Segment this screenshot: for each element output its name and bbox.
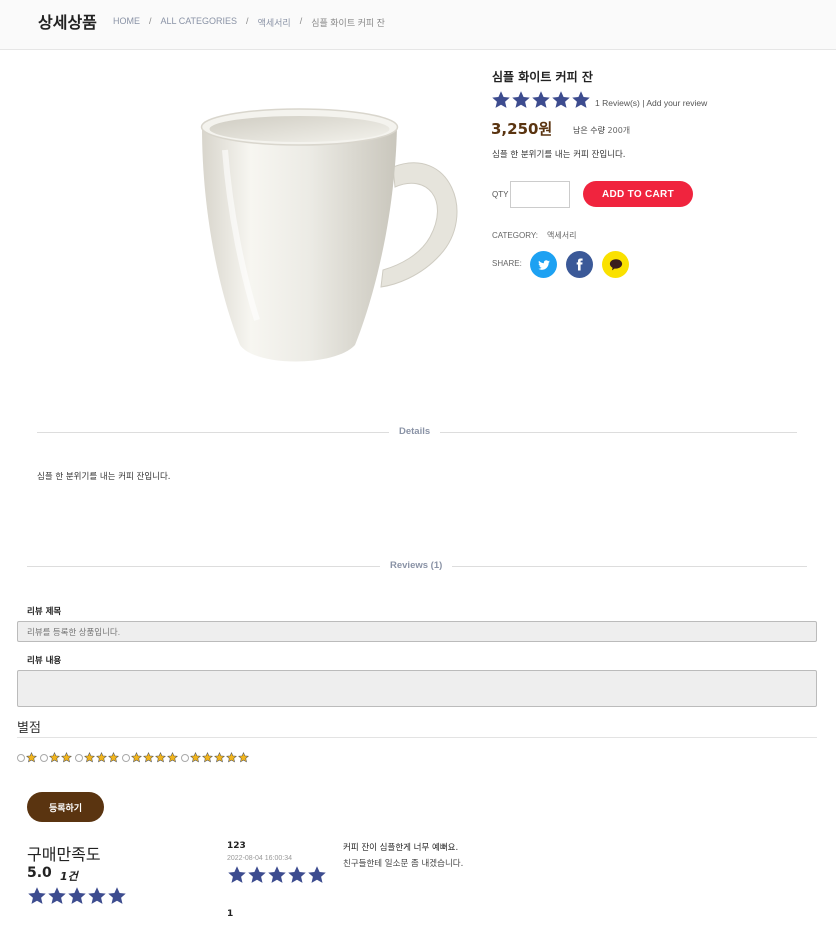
star-icon	[26, 752, 37, 763]
star-icon	[167, 752, 178, 763]
star-icon	[96, 752, 107, 763]
satisfaction-title: 구매만족도	[27, 845, 101, 864]
star-icon	[202, 752, 213, 763]
rating-options	[17, 752, 252, 763]
review-body: 친구들한테 일소문 좀 내겠습니다.	[343, 859, 464, 869]
star-icon	[61, 752, 72, 763]
star-icon	[532, 91, 550, 108]
add-to-cart-button[interactable]: ADD TO CART	[583, 181, 693, 207]
review-title-label: 리뷰 제목	[27, 607, 62, 617]
stock-info: 남은 수량 200개	[573, 125, 630, 136]
qty-label: QTY	[492, 190, 509, 199]
star-icon	[88, 887, 106, 904]
star-icon	[308, 866, 326, 883]
breadcrumb-category[interactable]: 액세서리	[258, 16, 291, 29]
breadcrumb-separator: /	[299, 16, 303, 26]
kakaotalk-icon	[609, 259, 622, 271]
breadcrumb: HOME / ALL CATEGORIES / 액세서리 / 심플 화이트 커피…	[113, 16, 385, 29]
facebook-share-button[interactable]	[566, 251, 593, 278]
category-value[interactable]: 액세서리	[547, 230, 576, 241]
share-label: SHARE:	[492, 259, 522, 268]
page-title: 상세상품	[38, 13, 97, 32]
star-icon	[48, 887, 66, 904]
rating-divider	[17, 737, 817, 738]
star-icon	[288, 866, 306, 883]
star-icon	[238, 752, 249, 763]
review-stars	[227, 865, 327, 885]
stock-value: 200개	[607, 126, 631, 135]
radio-button[interactable]	[75, 753, 83, 762]
breadcrumb-home[interactable]: HOME	[113, 16, 140, 29]
rating-option-3[interactable]	[75, 752, 120, 763]
category-label: CATEGORY:	[492, 231, 538, 240]
star-icon	[108, 887, 126, 904]
pagination-page[interactable]: 1	[227, 909, 233, 919]
review-content-input[interactable]	[17, 670, 817, 707]
star-icon	[228, 866, 246, 883]
radio-button[interactable]	[17, 753, 25, 762]
radio-button[interactable]	[122, 753, 130, 762]
product-rating: 1 Review(s) | Add your review	[491, 90, 707, 110]
satisfaction-stars	[27, 886, 127, 906]
breadcrumb-separator: /	[149, 16, 152, 26]
star-icon	[84, 752, 95, 763]
star-icon	[190, 752, 201, 763]
qty-input[interactable]	[510, 181, 570, 208]
star-icon	[131, 752, 142, 763]
rating-option-4[interactable]	[122, 752, 179, 763]
star-icon	[492, 91, 510, 108]
submit-review-button[interactable]: 등록하기	[27, 792, 104, 822]
twitter-share-button[interactable]	[530, 251, 557, 278]
review-content-label: 리뷰 내용	[27, 656, 62, 666]
star-icon	[108, 752, 119, 763]
star-icon	[155, 752, 166, 763]
review-title: 커피 잔이 심플한게 너무 예뻐요.	[343, 843, 459, 853]
page-header: 상세상품 HOME / ALL CATEGORIES / 액세서리 / 심플 화…	[0, 0, 836, 50]
star-icon	[512, 91, 530, 108]
rating-option-2[interactable]	[40, 752, 73, 763]
stock-label: 남은 수량	[573, 126, 605, 135]
star-icon	[214, 752, 225, 763]
product-name: 심플 화이트 커피 잔	[492, 70, 593, 84]
star-icon	[248, 866, 266, 883]
review-title-input[interactable]	[17, 621, 817, 642]
star-icon	[49, 752, 60, 763]
breadcrumb-separator: /	[246, 16, 249, 26]
breadcrumb-all-categories[interactable]: ALL CATEGORIES	[161, 16, 238, 29]
star-icon	[552, 91, 570, 108]
star-icon	[572, 91, 590, 108]
product-price: 3,250원	[491, 120, 553, 138]
product-image	[195, 105, 465, 370]
satisfaction-count: 1건	[60, 870, 78, 883]
review-date: 2022-08-04 16:00:34	[227, 855, 292, 862]
facebook-icon	[576, 258, 583, 271]
rating-option-1[interactable]	[17, 752, 38, 763]
radio-button[interactable]	[181, 753, 189, 762]
details-heading[interactable]: Details	[389, 426, 441, 437]
star-icon	[226, 752, 237, 763]
breadcrumb-current: 심플 화이트 커피 잔	[311, 18, 385, 28]
twitter-icon	[537, 259, 550, 270]
satisfaction-score: 5.0	[27, 865, 52, 881]
star-icon	[68, 887, 86, 904]
star-icon	[28, 887, 46, 904]
star-icon	[143, 752, 154, 763]
product-description: 심플 한 분위기를 내는 커피 잔입니다.	[492, 150, 626, 160]
rating-heading: 별점	[17, 721, 41, 736]
review-link[interactable]: 1 Review(s) | Add your review	[595, 98, 707, 108]
radio-button[interactable]	[40, 753, 48, 762]
kakaotalk-share-button[interactable]	[602, 251, 629, 278]
rating-option-5[interactable]	[181, 752, 250, 763]
reviews-heading[interactable]: Reviews (1)	[380, 560, 453, 571]
star-icon	[268, 866, 286, 883]
details-text: 심플 한 분위기를 내는 커피 잔입니다.	[37, 472, 171, 482]
review-author: 123	[227, 841, 246, 851]
